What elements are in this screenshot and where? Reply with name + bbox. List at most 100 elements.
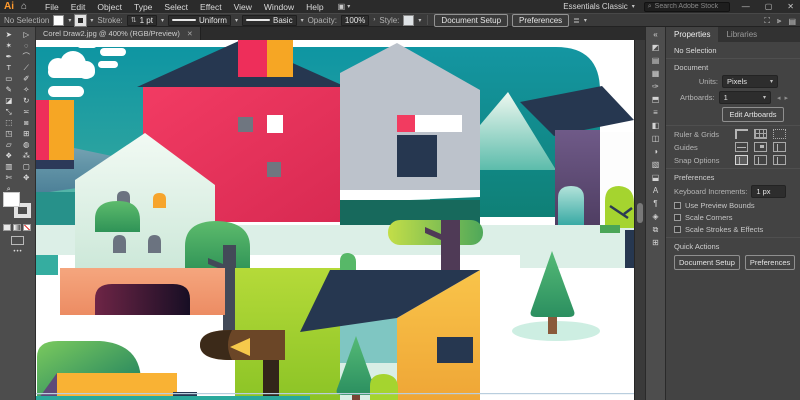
mesh-tool[interactable]: ⊞ [18, 128, 36, 139]
type-tool[interactable]: T [0, 62, 18, 73]
menu-view[interactable]: View [228, 2, 258, 12]
units-select[interactable]: Pixels ▾ [722, 75, 778, 88]
stroke-color-swatch[interactable] [75, 15, 86, 26]
menu-type[interactable]: Type [128, 2, 158, 12]
brushes-panel-icon[interactable]: ✑ [646, 80, 666, 93]
style-swatch[interactable] [403, 15, 414, 26]
slice-tool[interactable]: ✄ [0, 172, 18, 183]
control-menu-icon[interactable]: ≣ [573, 16, 580, 25]
stepper-icon[interactable]: ⇅ [131, 16, 137, 24]
scale-tool[interactable]: ⤡ [0, 106, 18, 117]
guide-options-icon[interactable] [773, 142, 786, 152]
toolbar-fill-swatch[interactable] [3, 192, 20, 207]
pen-tool[interactable]: ✒ [0, 51, 18, 62]
preferences-button[interactable]: Preferences [512, 14, 569, 27]
artboard-tool[interactable]: ▢ [18, 161, 36, 172]
libraries-panel-icon[interactable]: ⊞ [646, 236, 666, 249]
brush-definition-select[interactable]: Basic [242, 15, 297, 26]
rectangle-tool[interactable]: ▭ [0, 73, 18, 84]
free-transform-tool[interactable]: ⬚ [0, 117, 18, 128]
edit-artboards-button[interactable]: Edit Artboards [722, 107, 784, 122]
document-tab[interactable]: Corel Draw2.jpg @ 400% (RGB/Preview) ✕ [36, 27, 201, 40]
maximize-button[interactable]: ▢ [762, 2, 776, 11]
appearance-panel-icon[interactable]: ◑ [646, 145, 666, 158]
search-input[interactable] [655, 3, 726, 10]
show-guides-icon[interactable] [735, 142, 748, 152]
direct-selection-tool[interactable]: ▷ [18, 29, 36, 40]
gradient-panel-icon[interactable]: ◧ [646, 119, 666, 132]
width-tool[interactable]: ≍ [18, 106, 36, 117]
artboard-nav[interactable]: ◂▸ [777, 94, 792, 102]
graphic-styles-panel-icon[interactable]: ▧ [646, 158, 666, 171]
artboards-select[interactable]: 1 ▾ [719, 91, 771, 104]
gradient-tool[interactable]: ▱ [0, 139, 18, 150]
menu-effect[interactable]: Effect [194, 2, 228, 12]
workspace-select[interactable]: Essentials Classic ▾ [563, 2, 634, 11]
perspective-grid-tool[interactable]: ◳ [0, 128, 18, 139]
snap-grid-icon[interactable] [735, 155, 748, 165]
shape-builder-tool[interactable]: ⧈ [18, 117, 36, 128]
variable-width-profile-select[interactable]: Uniform [168, 15, 231, 26]
asset-export-panel-icon[interactable]: ⧉ [646, 223, 666, 236]
arrow-right-icon[interactable]: ▸ [784, 95, 792, 102]
chevron-down-icon[interactable]: ▾ [68, 17, 71, 24]
fill-color-swatch[interactable] [53, 15, 64, 26]
use-preview-bounds-checkbox[interactable] [674, 202, 681, 209]
curvature-tool[interactable]: ⌒ [18, 51, 36, 62]
chevron-right-icon[interactable]: › [373, 17, 375, 23]
tab-libraries[interactable]: Libraries [718, 27, 765, 42]
pixel-grid-icon[interactable] [773, 129, 786, 139]
blend-tool[interactable]: ❖ [0, 150, 18, 161]
magic-wand-tool[interactable]: ✶ [0, 40, 18, 51]
eraser-tool[interactable]: ◪ [0, 95, 18, 106]
symbols-panel-icon[interactable]: ⬒ [646, 93, 666, 106]
opacity-value[interactable]: 100% [341, 15, 369, 26]
document-setup-button[interactable]: Document Setup [434, 14, 508, 27]
menu-help[interactable]: Help [300, 2, 329, 12]
screen-mode-icon[interactable]: ⛶ [764, 16, 770, 26]
eyedropper-tool[interactable]: ◍ [18, 139, 36, 150]
artwork[interactable] [36, 40, 634, 400]
scale-corners-checkbox[interactable] [674, 214, 681, 221]
selection-tool[interactable]: ➤ [0, 29, 18, 40]
character-panel-icon[interactable]: A [646, 184, 666, 197]
paintbrush-tool[interactable]: ✐ [18, 73, 36, 84]
gradient-button[interactable] [13, 224, 21, 231]
stroke-weight-stepper[interactable]: ⇅ 1 pt [127, 15, 157, 26]
scale-strokes-effects-checkbox[interactable] [674, 226, 681, 233]
grid-icon[interactable] [754, 129, 767, 139]
home-icon[interactable]: ⌂ [21, 1, 27, 12]
lasso-tool[interactable]: ◌ [18, 40, 36, 51]
keyboard-increments-input[interactable]: 1 px [751, 185, 786, 198]
menu-object[interactable]: Object [91, 2, 128, 12]
minimize-button[interactable]: — [739, 2, 753, 11]
rotate-tool[interactable]: ↻ [18, 95, 36, 106]
chevron-down-icon[interactable]: ▾ [418, 17, 421, 24]
edit-toolbar-icon[interactable]: ••• [0, 249, 36, 255]
collapse-panels-icon[interactable]: « [646, 28, 666, 41]
menu-file[interactable]: File [39, 2, 65, 12]
tab-properties[interactable]: Properties [666, 27, 718, 42]
color-button[interactable] [3, 224, 11, 231]
chevron-down-icon[interactable]: ▾ [584, 17, 587, 24]
artboards-panel-icon[interactable]: ⬓ [646, 171, 666, 184]
quick-preferences-button[interactable]: Preferences [745, 255, 795, 270]
menu-select[interactable]: Select [158, 2, 194, 12]
workspace-switcher[interactable]: ▣ ▾ [338, 2, 351, 11]
stroke-panel-icon[interactable]: ≡ [646, 106, 666, 119]
quick-document-setup-button[interactable]: Document Setup [674, 255, 740, 270]
scrollbar-thumb[interactable] [637, 203, 643, 223]
snap-pixel-icon[interactable] [754, 155, 767, 165]
line-segment-tool[interactable]: ⟋ [18, 62, 36, 73]
snap-point-icon[interactable] [773, 155, 786, 165]
swatches-panel-icon[interactable]: ▦ [646, 67, 666, 80]
none-button[interactable] [23, 224, 31, 231]
chevron-down-icon[interactable]: ▾ [161, 17, 164, 24]
panel-flyout-icon[interactable]: ⫸ [777, 16, 782, 26]
color-guide-panel-icon[interactable]: ▤ [646, 54, 666, 67]
lock-guides-icon[interactable] [754, 142, 767, 152]
draw-mode-icon[interactable] [11, 236, 24, 245]
canvas[interactable] [36, 40, 634, 400]
chevron-down-icon[interactable]: ▾ [90, 17, 93, 24]
paragraph-panel-icon[interactable]: ¶ [646, 197, 666, 210]
